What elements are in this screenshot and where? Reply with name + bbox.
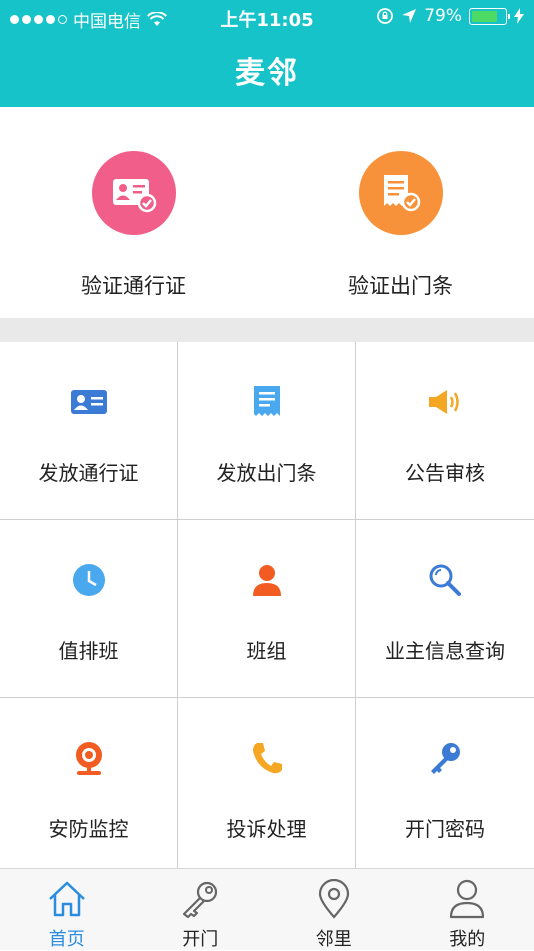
camera-icon [69, 738, 109, 778]
battery-icon [469, 8, 507, 25]
team-label: 班组 [178, 635, 355, 664]
id-card-icon [69, 382, 109, 422]
quick-actions: 验证通行证 验证出门条 [0, 107, 534, 318]
issue-pass-button[interactable]: 发放通行证 [0, 342, 178, 520]
key-outline-icon [180, 879, 220, 919]
charging-bolt-icon [514, 8, 524, 24]
issue-pass-label: 发放通行证 [0, 457, 177, 486]
user-icon [447, 879, 487, 919]
page-title: 麦邻 [0, 48, 534, 92]
tab-home-label: 首页 [0, 925, 134, 951]
search-icon [425, 560, 465, 600]
verify-exit-slip-label: 验证出门条 [267, 270, 534, 300]
location-arrow-icon [401, 8, 417, 24]
id-card-check-icon [92, 151, 176, 235]
verify-pass-button[interactable]: 验证通行证 [0, 107, 267, 318]
battery-percent: 79% [424, 6, 462, 26]
tab-mine[interactable]: 我的 [401, 869, 534, 951]
tab-bar: 首页 开门 邻里 我的 [0, 868, 534, 950]
verify-pass-label: 验证通行证 [0, 270, 267, 300]
door-password-label: 开门密码 [356, 813, 534, 842]
function-grid: 发放通行证 发放出门条 公告审核 值排班 班组 [0, 342, 534, 868]
tab-neighborhood[interactable]: 邻里 [267, 869, 401, 951]
announcement-review-button[interactable]: 公告审核 [356, 342, 534, 520]
complaint-handling-button[interactable]: 投诉处理 [178, 698, 356, 876]
team-button[interactable]: 班组 [178, 520, 356, 698]
security-monitoring-label: 安防监控 [0, 813, 177, 842]
receipt-icon [247, 382, 287, 422]
complaint-handling-label: 投诉处理 [178, 813, 355, 842]
issue-exit-slip-label: 发放出门条 [178, 457, 355, 486]
tab-open-door-label: 开门 [134, 925, 268, 951]
owner-info-query-label: 业主信息查询 [356, 635, 534, 664]
tab-home[interactable]: 首页 [0, 869, 134, 951]
issue-exit-slip-button[interactable]: 发放出门条 [178, 342, 356, 520]
receipt-check-icon [359, 151, 443, 235]
section-divider [0, 318, 534, 342]
phone-icon [247, 738, 287, 778]
tab-open-door[interactable]: 开门 [134, 869, 268, 951]
shift-schedule-button[interactable]: 值排班 [0, 520, 178, 698]
tab-neighborhood-label: 邻里 [267, 925, 401, 951]
status-bar: 中国电信 上午11:05 79% [0, 0, 534, 36]
shift-schedule-label: 值排班 [0, 635, 177, 664]
megaphone-icon [425, 382, 465, 422]
clock-icon [69, 560, 109, 600]
home-icon [47, 879, 87, 919]
header: 中国电信 上午11:05 79% 麦邻 [0, 0, 534, 107]
door-password-button[interactable]: 开门密码 [356, 698, 534, 876]
security-monitoring-button[interactable]: 安防监控 [0, 698, 178, 876]
owner-info-query-button[interactable]: 业主信息查询 [356, 520, 534, 698]
rotation-lock-icon [376, 7, 394, 25]
verify-exit-slip-button[interactable]: 验证出门条 [267, 107, 534, 318]
key-icon [425, 738, 465, 778]
tab-mine-label: 我的 [401, 925, 534, 951]
location-pin-icon [314, 879, 354, 919]
announcement-review-label: 公告审核 [356, 457, 534, 486]
person-icon [247, 560, 287, 600]
